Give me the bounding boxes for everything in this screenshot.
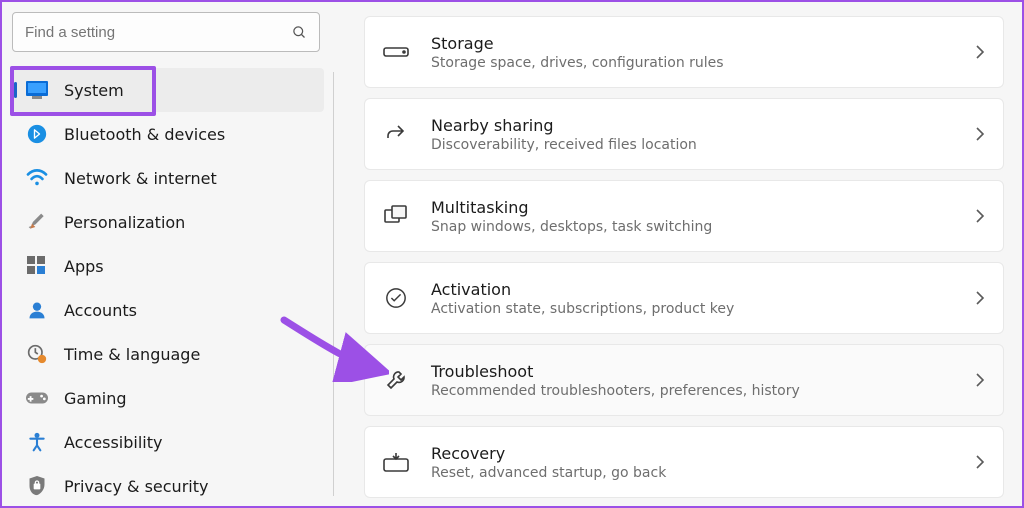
- person-icon: [26, 299, 48, 321]
- sidebar-item-apps[interactable]: Apps: [2, 244, 334, 288]
- sidebar-item-label: Accounts: [64, 301, 137, 320]
- card-title: Recovery: [431, 444, 975, 463]
- card-storage[interactable]: Storage Storage space, drives, configura…: [364, 16, 1004, 88]
- card-subtitle: Storage space, drives, configuration rul…: [431, 55, 975, 71]
- wifi-icon: [26, 167, 48, 189]
- card-title: Multitasking: [431, 198, 975, 217]
- sidebar-item-bluetooth[interactable]: Bluetooth & devices: [2, 112, 334, 156]
- card-subtitle: Snap windows, desktops, task switching: [431, 219, 975, 235]
- chevron-right-icon: [975, 372, 985, 388]
- apps-icon: [26, 255, 48, 277]
- card-troubleshoot[interactable]: Troubleshoot Recommended troubleshooters…: [364, 344, 1004, 416]
- card-title: Troubleshoot: [431, 362, 975, 381]
- sidebar-item-label: Privacy & security: [64, 477, 208, 496]
- chevron-right-icon: [975, 290, 985, 306]
- card-activation[interactable]: Activation Activation state, subscriptio…: [364, 262, 1004, 334]
- sidebar-item-privacy[interactable]: Privacy & security: [2, 464, 334, 508]
- chevron-right-icon: [975, 126, 985, 142]
- gamepad-icon: [26, 387, 48, 409]
- chevron-right-icon: [975, 208, 985, 224]
- shield-icon: [26, 475, 48, 497]
- chevron-right-icon: [975, 454, 985, 470]
- sidebar-item-label: Network & internet: [64, 169, 217, 188]
- paintbrush-icon: [26, 211, 48, 233]
- card-title: Storage: [431, 34, 975, 53]
- card-title: Activation: [431, 280, 975, 299]
- card-multitasking[interactable]: Multitasking Snap windows, desktops, tas…: [364, 180, 1004, 252]
- sidebar-item-gaming[interactable]: Gaming: [2, 376, 334, 420]
- search-input-wrap[interactable]: [12, 12, 320, 52]
- sidebar-item-label: Gaming: [64, 389, 127, 408]
- sidebar-item-accessibility[interactable]: Accessibility: [2, 420, 334, 464]
- search-icon: [292, 25, 307, 40]
- sidebar-item-label: Time & language: [64, 345, 200, 364]
- recovery-icon: [383, 449, 409, 475]
- card-subtitle: Reset, advanced startup, go back: [431, 465, 975, 481]
- share-icon: [383, 121, 409, 147]
- card-recovery[interactable]: Recovery Reset, advanced startup, go bac…: [364, 426, 1004, 498]
- sidebar-item-label: System: [64, 81, 124, 100]
- sidebar-item-label: Apps: [64, 257, 104, 276]
- card-title: Nearby sharing: [431, 116, 975, 135]
- sidebar-item-accounts[interactable]: Accounts: [2, 288, 334, 332]
- bluetooth-icon: [26, 123, 48, 145]
- card-subtitle: Discoverability, received files location: [431, 137, 975, 153]
- storage-icon: [383, 39, 409, 65]
- chevron-right-icon: [975, 44, 985, 60]
- checkmark-circle-icon: [383, 285, 409, 311]
- sidebar-item-label: Personalization: [64, 213, 185, 232]
- sidebar-item-system[interactable]: System: [12, 68, 324, 112]
- system-icon: [26, 79, 48, 101]
- clock-globe-icon: [26, 343, 48, 365]
- sidebar-item-label: Bluetooth & devices: [64, 125, 225, 144]
- sidebar-item-label: Accessibility: [64, 433, 162, 452]
- card-nearby-sharing[interactable]: Nearby sharing Discoverability, received…: [364, 98, 1004, 170]
- wrench-icon: [383, 367, 409, 393]
- settings-sidebar: System Bluetooth & devices Network & int…: [2, 2, 334, 506]
- nav-list: System Bluetooth & devices Network & int…: [2, 68, 334, 508]
- card-subtitle: Activation state, subscriptions, product…: [431, 301, 975, 317]
- settings-main: Storage Storage space, drives, configura…: [334, 2, 1022, 506]
- multitask-icon: [383, 203, 409, 229]
- sidebar-item-time-language[interactable]: Time & language: [2, 332, 334, 376]
- sidebar-item-network[interactable]: Network & internet: [2, 156, 334, 200]
- accessibility-icon: [26, 431, 48, 453]
- sidebar-item-personalization[interactable]: Personalization: [2, 200, 334, 244]
- search-input[interactable]: [25, 24, 292, 41]
- card-subtitle: Recommended troubleshooters, preferences…: [431, 383, 975, 399]
